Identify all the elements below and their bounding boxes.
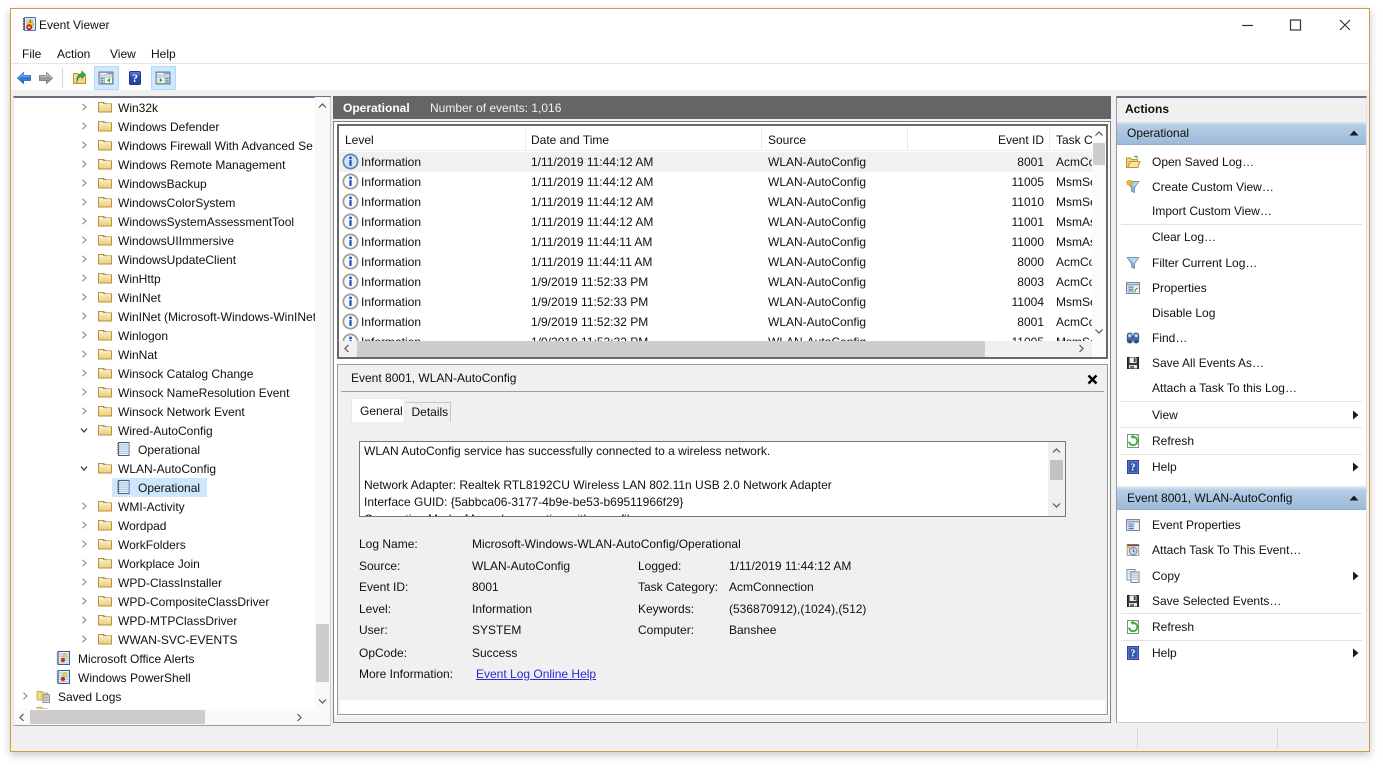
svg-text:?: ? (1131, 649, 1136, 660)
svg-text:?: ? (132, 71, 138, 85)
svg-text:?: ? (1131, 463, 1136, 474)
